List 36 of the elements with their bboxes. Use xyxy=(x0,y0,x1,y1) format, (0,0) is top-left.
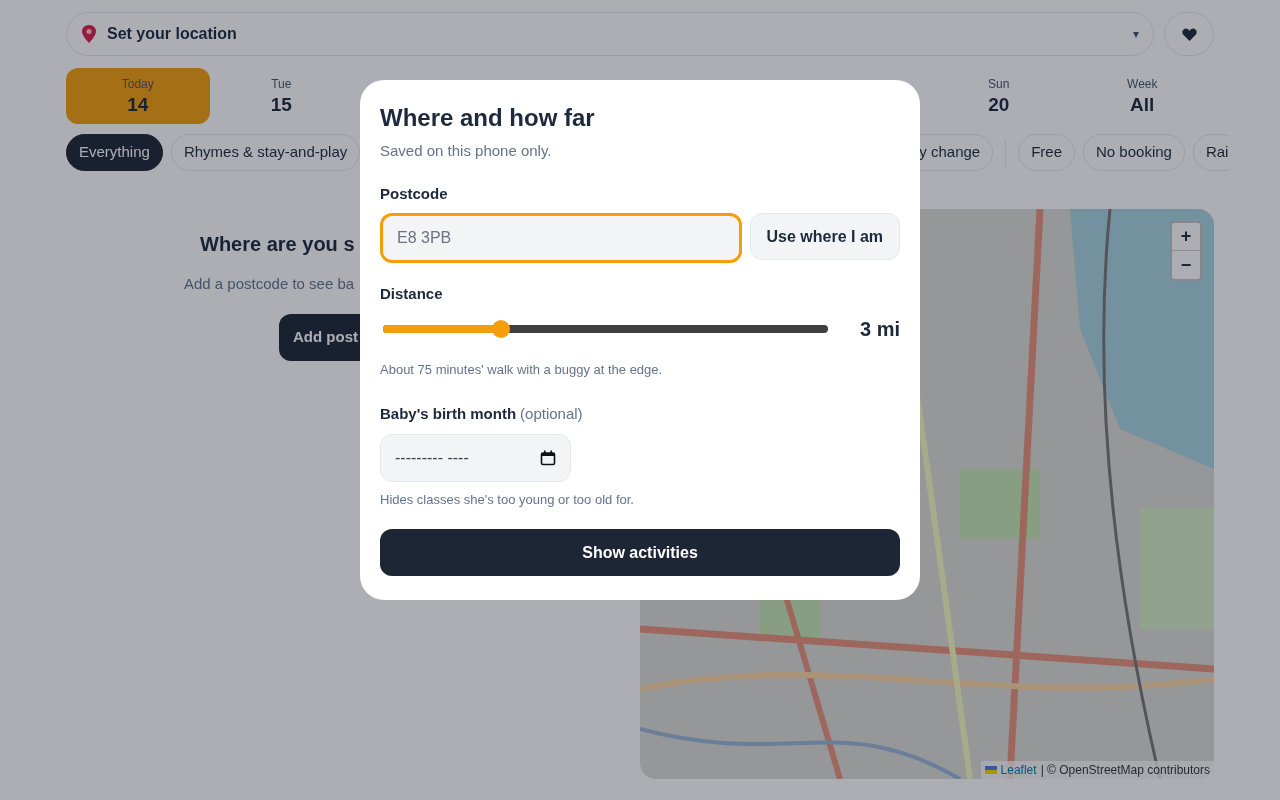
birth-month-field[interactable]: --------- ---- xyxy=(380,433,571,482)
caret-icon: ▾ xyxy=(1133,25,1139,43)
location-select[interactable]: Set your location ▾ xyxy=(66,12,1154,56)
day-tab[interactable]: Today 14 xyxy=(66,68,210,124)
empty-state-text: Add a postcode to see ba xyxy=(184,274,355,294)
attribution-text: | © OpenStreetMap contributors xyxy=(1040,762,1210,779)
day-tab[interactable]: Tue 15 xyxy=(209,68,353,124)
use-location-button[interactable]: Use where I am xyxy=(749,213,900,260)
distance-label: Distance xyxy=(380,284,444,304)
dialog-subtitle: Saved on this phone only. xyxy=(380,141,553,161)
leaflet-link[interactable]: Leaflet xyxy=(1000,761,1037,779)
location-label: Set your location xyxy=(107,24,238,44)
day-tab[interactable]: Week All xyxy=(1070,68,1214,124)
postcode-field[interactable]: E8 3PB xyxy=(380,213,742,263)
zoom-in-button[interactable]: + xyxy=(1172,223,1200,251)
filter-chip[interactable]: Everything xyxy=(66,134,163,171)
filter-chip[interactable]: Rhymes & stay-and-play xyxy=(170,134,361,171)
show-activities-button[interactable]: Show activities xyxy=(380,529,900,576)
day-tab[interactable]: Sun 20 xyxy=(927,68,1071,124)
birth-month-hint: Hides classes she's too young or too old for. xyxy=(380,490,635,509)
pin-icon xyxy=(81,25,97,43)
empty-state-title: Where are you s xyxy=(200,232,355,257)
heart-icon xyxy=(1181,27,1197,41)
birth-month-label: Baby's birth month xyxy=(380,404,517,424)
calendar-icon xyxy=(540,449,556,466)
favourites-button[interactable] xyxy=(1164,12,1214,56)
filter-chip[interactable]: Free xyxy=(1018,134,1075,171)
postcode-label: Postcode xyxy=(380,183,449,204)
dialog-title: Where and how far xyxy=(380,103,596,133)
filter-chip[interactable]: Rai xyxy=(1192,134,1230,171)
flag-icon xyxy=(984,766,997,774)
optional-note: (optional) xyxy=(520,404,583,424)
filter-chip[interactable]: No booking xyxy=(1083,134,1185,171)
zoom-out-button[interactable]: − xyxy=(1172,251,1200,279)
distance-value: 3 mi xyxy=(859,316,900,342)
slider-thumb[interactable] xyxy=(491,319,510,338)
